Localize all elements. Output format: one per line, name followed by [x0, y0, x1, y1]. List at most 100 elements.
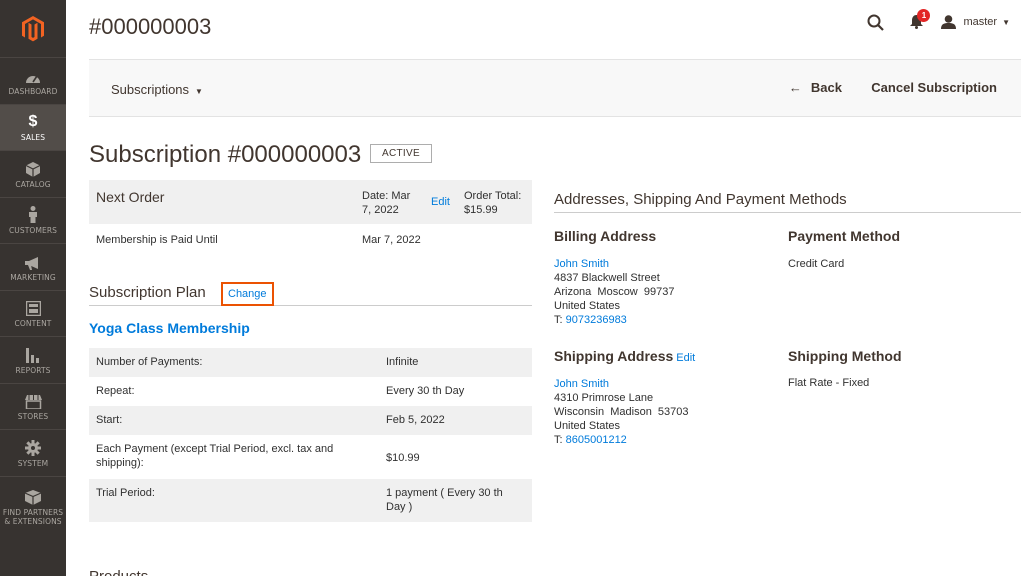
sidebar-item-label: SALES [20, 133, 46, 143]
shipping-country: United States [554, 420, 621, 432]
change-plan-button[interactable]: Change [221, 282, 274, 306]
shipping-name-link[interactable]: John Smith [554, 377, 689, 391]
row-label: Number of Payments: [96, 356, 203, 368]
page-actions-bar: Subscriptions ▼ ← Back Cancel Subscriptio… [89, 59, 1021, 117]
row-value: $10.99 [386, 452, 420, 464]
user-menu[interactable]: master ▼ [941, 15, 1010, 29]
table-row: Trial Period: 1 payment ( Every 30 th Da… [89, 479, 532, 522]
plan-details-table: Number of Payments: Infinite Repeat: Eve… [89, 348, 532, 522]
table-row: Start: Feb 5, 2022 [89, 406, 532, 435]
sidebar-item-content[interactable]: CONTENT [0, 289, 66, 337]
box-icon [25, 487, 41, 505]
page-title: #000000003 [89, 14, 212, 39]
row-label: Start: [96, 414, 123, 426]
sidebar-item-dashboard[interactable]: DASHBOARD [0, 57, 66, 104]
subscription-plan-header: Subscription Plan Change [89, 282, 532, 306]
next-order-header: Next Order Date: Mar 7, 2022 Edit Order … [89, 180, 532, 224]
user-name: master [963, 16, 998, 28]
sidebar-item-label: DASHBOARD [8, 86, 58, 96]
billing-address-title: Billing Address [554, 228, 657, 244]
notification-count-badge: 1 [917, 9, 931, 22]
chevron-down-icon: ▼ [1002, 17, 1010, 27]
back-button[interactable]: ← Back [789, 80, 842, 95]
sidebar-item-label: CATALOG [15, 179, 51, 189]
row-value: Feb 5, 2022 [386, 414, 445, 426]
sidebar-item-sales[interactable]: $ SALES [0, 103, 66, 150]
row-label: Repeat: [96, 385, 135, 397]
billing-name-link[interactable]: John Smith [554, 257, 674, 271]
next-order-table: Next Order Date: Mar 7, 2022 Edit Order … [89, 180, 532, 256]
billing-city: Arizona Moscow 99737 [554, 286, 675, 298]
admin-sidebar: DASHBOARD $ SALES CATALOG CUSTOMERS MARK… [0, 0, 66, 576]
plan-name-link[interactable]: Yoga Class Membership [89, 320, 250, 336]
store-icon [24, 391, 42, 410]
paid-until-row: Membership is Paid Until Mar 7, 2022 [89, 224, 532, 256]
dollar-icon: $ [28, 113, 38, 131]
magento-logo-icon [22, 15, 44, 41]
user-icon [941, 15, 957, 29]
billing-phone-line: T: 9073236983 [554, 313, 674, 327]
table-row: Repeat: Every 30 th Day [89, 377, 532, 406]
payment-method-title: Payment Method [788, 228, 901, 244]
sidebar-item-catalog[interactable]: CATALOG [0, 150, 66, 197]
sidebar-item-reports[interactable]: REPORTS [0, 336, 66, 383]
billing-street: 4837 Blackwell Street [554, 272, 660, 284]
layout-icon [25, 298, 41, 317]
shipping-method-title: Shipping Method [788, 348, 902, 364]
sidebar-item-label: CUSTOMERS [8, 226, 58, 236]
sidebar-item-customers[interactable]: CUSTOMERS [0, 196, 66, 244]
subscription-plan-heading: Subscription Plan [89, 284, 206, 301]
shipping-phone-link[interactable]: 8605001212 [566, 434, 627, 446]
next-order-total: Order Total: $15.99 [464, 190, 522, 216]
paid-until-label: Membership is Paid Until [96, 234, 218, 246]
shipping-city: Wisconsin Madison 53703 [554, 406, 689, 418]
subscriptions-dropdown[interactable]: Subscriptions ▼ [111, 82, 203, 97]
billing-phone-link[interactable]: 9073236983 [566, 314, 627, 326]
sidebar-item-label: MARKETING [10, 272, 56, 282]
back-button-label: Back [810, 80, 842, 95]
phone-prefix: T: [554, 314, 566, 326]
sidebar-item-label: STORES [17, 412, 49, 422]
megaphone-icon [25, 252, 41, 270]
billing-address-block: John Smith 4837 Blackwell Street Arizona… [554, 257, 674, 327]
row-value: Every 30 th Day [386, 385, 465, 397]
sidebar-item-label-line2: & EXTENSIONS [4, 516, 62, 526]
shipping-method-value: Flat Rate - Fixed [788, 377, 870, 389]
paid-until-value: Mar 7, 2022 [362, 234, 421, 246]
sidebar-item-stores[interactable]: STORES [0, 382, 66, 430]
notifications-bell[interactable]: 1 [910, 9, 931, 29]
gear-icon [25, 438, 41, 456]
bar-chart-icon [25, 345, 41, 363]
sidebar-item-label-line1: FIND PARTNERS [2, 507, 64, 517]
sidebar-item-system[interactable]: SYSTEM [0, 429, 66, 476]
magento-logo[interactable] [0, 0, 66, 57]
payment-method-value: Credit Card [788, 258, 845, 270]
sidebar-item-label: FIND PARTNERS & EXTENSIONS [3, 508, 63, 526]
cancel-subscription-button[interactable]: Cancel Subscription [871, 80, 997, 95]
shipping-phone-line: T: 8605001212 [554, 433, 689, 447]
sidebar-item-label: SYSTEM [17, 458, 49, 468]
subscription-title: Subscription #000000003 [89, 141, 362, 168]
chevron-down-icon: ▼ [195, 87, 203, 96]
edit-next-order-link[interactable]: Edit [431, 196, 450, 208]
shipping-address-title: Shipping Address [554, 348, 674, 364]
edit-shipping-address-link[interactable]: Edit [676, 352, 695, 364]
search-icon[interactable] [867, 14, 885, 31]
phone-prefix: T: [554, 434, 566, 446]
sidebar-item-find-partners[interactable]: FIND PARTNERS & EXTENSIONS [0, 475, 66, 536]
sidebar-item-label: REPORTS [15, 365, 51, 375]
cube-icon [26, 159, 40, 177]
table-row: Number of Payments: Infinite [89, 348, 532, 377]
next-order-date: Date: Mar 7, 2022 [362, 190, 411, 216]
billing-country: United States [554, 300, 621, 312]
shipping-street: 4310 Primrose Lane [554, 392, 654, 404]
subscriptions-dropdown-label: Subscriptions [111, 82, 190, 97]
table-row: Each Payment (except Trial Period, excl.… [89, 435, 532, 479]
row-label: Trial Period: [96, 487, 155, 499]
products-heading: Products [89, 568, 148, 576]
sidebar-item-marketing[interactable]: MARKETING [0, 243, 66, 290]
sidebar-item-label: CONTENT [14, 319, 52, 329]
arrow-left-icon: ← [788, 80, 802, 95]
person-icon [28, 205, 38, 224]
row-value: Infinite [386, 356, 419, 368]
